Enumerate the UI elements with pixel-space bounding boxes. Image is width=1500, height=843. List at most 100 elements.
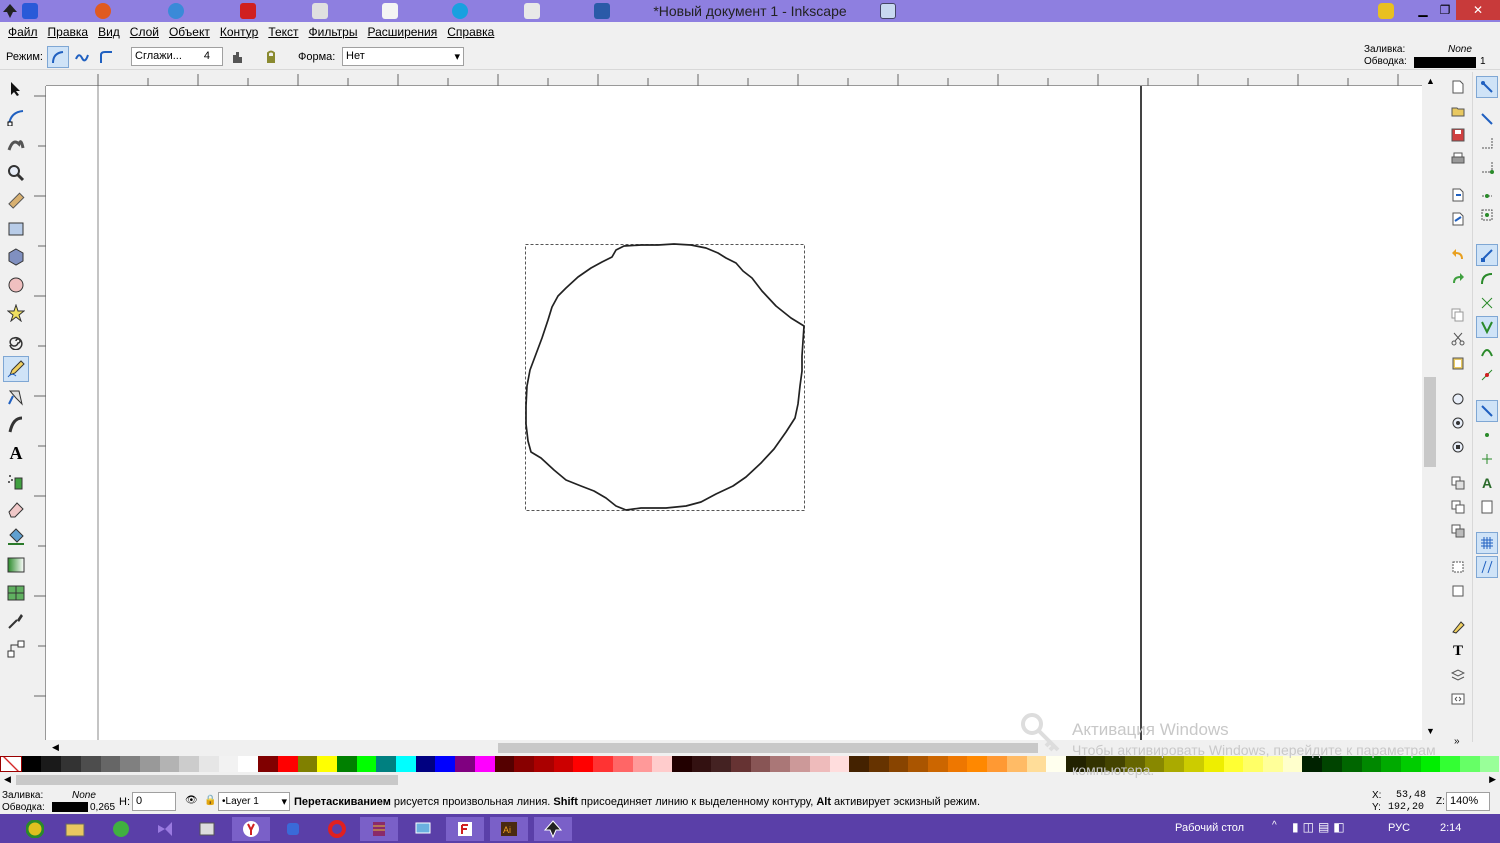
none-swatch[interactable] (0, 756, 22, 772)
clock[interactable]: 2:14 (1440, 822, 1461, 834)
color-swatch[interactable] (868, 756, 889, 772)
snap-nodes-icon[interactable] (1476, 244, 1498, 266)
undo-icon[interactable] (1447, 244, 1469, 266)
scroll-left-icon[interactable]: ◀ (52, 742, 59, 753)
text-font-icon[interactable]: T (1447, 640, 1469, 662)
new-document-icon[interactable] (1447, 76, 1469, 98)
zoom-page-icon[interactable] (1447, 436, 1469, 458)
palette-scroll-thumb[interactable] (16, 775, 398, 785)
dropper-tool[interactable] (3, 608, 29, 634)
color-swatch[interactable] (238, 756, 259, 772)
color-swatch[interactable] (711, 756, 732, 772)
color-swatch[interactable] (1026, 756, 1047, 772)
snap-bbox-center-icon[interactable] (1476, 204, 1498, 226)
color-swatch[interactable] (356, 756, 377, 772)
color-swatch[interactable] (474, 756, 495, 772)
opacity-spinbox[interactable]: 0 (132, 792, 176, 811)
ungroup-icon[interactable] (1447, 580, 1469, 602)
color-swatch[interactable] (1440, 756, 1461, 772)
connector-tool[interactable] (3, 636, 29, 662)
color-swatch[interactable] (41, 756, 62, 772)
eraser-tool[interactable] (3, 496, 29, 522)
zoom-selection-icon[interactable] (1447, 388, 1469, 410)
chrome-icon[interactable] (16, 817, 54, 841)
3d-box-tool[interactable] (3, 244, 29, 270)
close-button[interactable]: ✕ (1456, 0, 1500, 20)
color-swatch[interactable] (435, 756, 456, 772)
tray-app-icon[interactable] (1378, 3, 1394, 19)
vertical-scroll-thumb[interactable] (1424, 377, 1436, 467)
color-swatch[interactable] (415, 756, 436, 772)
paste-icon[interactable] (1447, 352, 1469, 374)
screen-icon[interactable] (880, 3, 896, 19)
color-swatch[interactable] (336, 756, 357, 772)
zoom-tool[interactable] (3, 160, 29, 186)
unlink-clone-icon[interactable] (1447, 520, 1469, 542)
spray-tool[interactable] (3, 468, 29, 494)
open-icon[interactable] (1447, 100, 1469, 122)
color-swatch[interactable] (1006, 756, 1027, 772)
menu-help[interactable]: Справка (447, 25, 494, 39)
menu-file[interactable]: Файл (8, 25, 38, 39)
color-swatch[interactable] (829, 756, 850, 772)
lock-width-button[interactable] (260, 46, 282, 68)
mesh-tool[interactable] (3, 580, 29, 606)
color-swatch[interactable] (671, 756, 692, 772)
tray-expand-icon[interactable]: ^ (1272, 820, 1277, 831)
print-icon[interactable] (1447, 148, 1469, 170)
eye-icon[interactable]: 👁 (185, 795, 198, 806)
color-swatch[interactable] (770, 756, 791, 772)
measure-tool[interactable] (3, 188, 29, 214)
illustrator-icon[interactable]: Ai (490, 817, 528, 841)
color-swatch[interactable] (455, 756, 475, 772)
color-swatch[interactable] (573, 756, 594, 772)
spiral-tool[interactable] (3, 328, 29, 354)
star-tool[interactable] (3, 300, 29, 326)
color-swatch[interactable] (908, 756, 929, 772)
color-swatch[interactable] (987, 756, 1007, 772)
desktop-label[interactable]: Рабочий стол (1175, 822, 1244, 834)
freehand-path[interactable] (525, 243, 805, 511)
snap-object-center-icon[interactable] (1476, 424, 1498, 446)
calligraphy-tool[interactable] (3, 412, 29, 438)
color-swatch[interactable] (553, 756, 574, 772)
color-swatch[interactable] (494, 756, 515, 772)
color-swatch[interactable] (691, 756, 712, 772)
color-swatch[interactable] (396, 756, 416, 772)
color-swatch[interactable] (731, 756, 751, 772)
color-swatch[interactable] (159, 756, 180, 772)
vertical-scrollbar[interactable]: ▲ ▼ (1422, 72, 1438, 742)
mode-bspline-button[interactable] (95, 46, 117, 68)
layers-icon[interactable] (1447, 664, 1469, 686)
winrar-icon[interactable] (360, 817, 398, 841)
foxit-icon[interactable] (446, 817, 484, 841)
color-swatch[interactable] (888, 756, 909, 772)
pencil-tool[interactable] (3, 356, 29, 382)
color-swatch[interactable] (120, 756, 140, 772)
color-swatch[interactable] (750, 756, 771, 772)
color-swatch[interactable] (297, 756, 318, 772)
export-icon[interactable] (1447, 208, 1469, 230)
color-swatch[interactable] (1460, 756, 1480, 772)
language-indicator[interactable]: РУС (1388, 822, 1410, 834)
color-swatch[interactable] (947, 756, 968, 772)
color-swatch[interactable] (533, 756, 554, 772)
color-swatch[interactable] (593, 756, 613, 772)
save-icon[interactable] (1447, 124, 1469, 146)
color-swatch[interactable] (928, 756, 948, 772)
color-swatch[interactable] (317, 756, 337, 772)
snap-path-icon[interactable] (1476, 268, 1498, 290)
color-swatch[interactable] (139, 756, 160, 772)
color-swatch[interactable] (277, 756, 298, 772)
settings-app-icon[interactable] (274, 817, 312, 841)
layer-select[interactable]: •Layer 1 ▾ (218, 792, 290, 811)
snap-bbox-midpoint-icon[interactable] (1476, 180, 1498, 202)
rectangle-tool[interactable] (3, 216, 29, 242)
snap-bbox-edge-icon[interactable] (1476, 132, 1498, 154)
text-tool[interactable]: A (3, 440, 29, 466)
tweak-tool[interactable] (3, 132, 29, 158)
snap-bbox-corner-icon[interactable] (1476, 156, 1498, 178)
remote-desktop-icon[interactable] (404, 817, 442, 841)
shape-select[interactable]: Нет ▾ (342, 47, 464, 66)
inkscape-taskbar-icon[interactable] (534, 817, 572, 841)
